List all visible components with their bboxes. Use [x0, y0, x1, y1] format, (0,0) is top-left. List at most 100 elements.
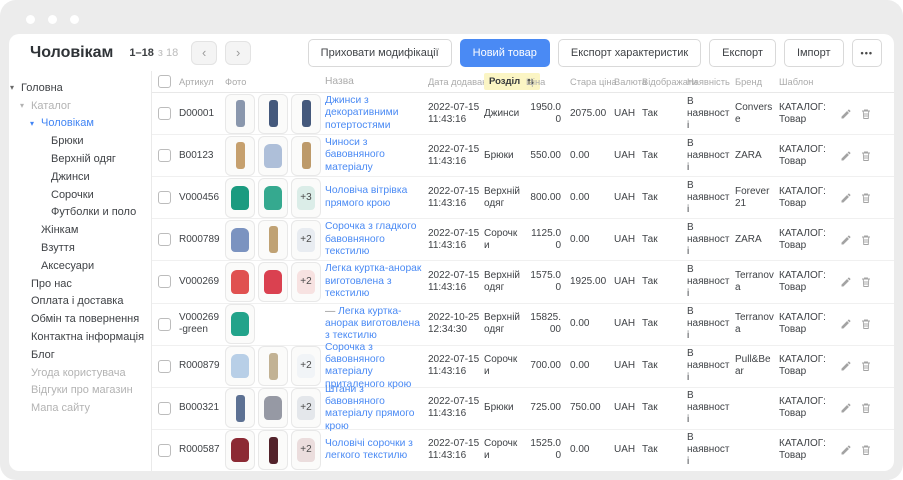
row-checkbox[interactable] [158, 191, 171, 204]
product-name-link[interactable]: Чоловічі сорочки з легкого текстилю [325, 438, 413, 461]
photo-more-badge[interactable]: +2 [291, 346, 321, 386]
product-photo[interactable] [258, 262, 288, 302]
edit-button[interactable] [840, 150, 852, 162]
product-photo[interactable] [225, 388, 255, 428]
new-product-button[interactable]: Новий товар [460, 39, 550, 67]
column-header-photo[interactable]: Фото [225, 77, 325, 87]
edit-button[interactable] [840, 360, 852, 372]
product-name-link[interactable]: Штани з бавовняного матеріалу прямого кр… [325, 384, 415, 432]
export-button[interactable]: Експорт [709, 39, 776, 67]
row-checkbox[interactable] [158, 444, 171, 457]
product-photo[interactable] [225, 430, 255, 470]
delete-button[interactable] [860, 360, 872, 372]
sidebar-item-1[interactable]: ▾Каталог [9, 97, 151, 115]
sidebar-item-6[interactable]: Сорочки [9, 186, 151, 204]
photo-more-badge[interactable]: +3 [291, 178, 321, 218]
sidebar-item-17[interactable]: Відгуки про магазин [9, 382, 151, 400]
product-photo[interactable] [225, 178, 255, 218]
product-name-link[interactable]: Чоловіча вітрівка прямого крою [325, 185, 407, 208]
photo-more-badge[interactable]: +2 [291, 430, 321, 470]
product-photo[interactable] [258, 430, 288, 470]
sidebar-item-11[interactable]: Про нас [9, 275, 151, 293]
product-photo[interactable] [225, 262, 255, 302]
product-name-link[interactable]: Легка куртка-анорак виготовлена з тексти… [325, 306, 420, 342]
sidebar-item-15[interactable]: Блог [9, 346, 151, 364]
sidebar-item-9[interactable]: Взуття [9, 239, 151, 257]
product-photo[interactable] [258, 220, 288, 260]
product-photo[interactable] [225, 136, 255, 176]
column-header-old_price[interactable]: Стара ціна [570, 77, 614, 87]
column-header-display[interactable]: Відображати [642, 77, 687, 87]
row-checkbox[interactable] [158, 275, 171, 288]
delete-button[interactable] [860, 150, 872, 162]
sidebar-item-4[interactable]: Верхній одяг [9, 150, 151, 168]
column-header-name[interactable]: Назва [325, 76, 428, 87]
delete-button[interactable] [860, 402, 872, 414]
edit-button[interactable] [840, 318, 852, 330]
product-name-link[interactable]: Сорочка з гладкого бавовняного текстилю [325, 221, 417, 257]
photo-more-badge[interactable]: +2 [291, 220, 321, 260]
delete-button[interactable] [860, 276, 872, 288]
product-photo[interactable] [258, 136, 288, 176]
next-page-button[interactable]: › [225, 41, 251, 65]
product-name-link[interactable]: Сорочка з бавовняного матеріалу притален… [325, 342, 411, 390]
product-name-link[interactable]: Джинси з декоративними потертостями [325, 95, 399, 131]
product-photo[interactable] [225, 304, 255, 344]
sidebar-item-3[interactable]: Брюки [9, 132, 151, 150]
product-photo[interactable] [225, 94, 255, 134]
sidebar-item-2[interactable]: ▾Чоловікам [9, 115, 151, 133]
row-checkbox[interactable] [158, 402, 171, 415]
photo-more-badge[interactable]: +2 [291, 388, 321, 428]
column-header-sku[interactable]: Артикул [179, 77, 225, 87]
edit-button[interactable] [840, 276, 852, 288]
product-photo[interactable] [258, 346, 288, 386]
sidebar-item-7[interactable]: Футболки и поло [9, 204, 151, 222]
delete-button[interactable] [860, 192, 872, 204]
window-control-dot[interactable] [48, 15, 57, 24]
product-photo[interactable] [225, 346, 255, 386]
product-photo[interactable] [258, 388, 288, 428]
sidebar-item-18[interactable]: Мапа сайту [9, 399, 151, 417]
column-header-section[interactable]: Розділ [484, 73, 526, 90]
window-control-dot[interactable] [26, 15, 35, 24]
column-header-price[interactable]: Ціна [526, 77, 570, 87]
product-photo[interactable] [291, 136, 321, 176]
import-button[interactable]: Імпорт [784, 39, 844, 67]
row-checkbox[interactable] [158, 107, 171, 120]
more-actions-button[interactable]: ••• [852, 39, 882, 67]
edit-button[interactable] [840, 402, 852, 414]
edit-button[interactable] [840, 444, 852, 456]
delete-button[interactable] [860, 234, 872, 246]
sidebar-item-8[interactable]: Жінкам [9, 221, 151, 239]
delete-button[interactable] [860, 318, 872, 330]
photo-more-badge[interactable]: +2 [291, 262, 321, 302]
delete-button[interactable] [860, 108, 872, 120]
product-name-link[interactable]: Чиноси з бавовняного матеріалу [325, 137, 385, 173]
sidebar-item-0[interactable]: ▾Головна [9, 79, 151, 97]
product-photo[interactable] [225, 220, 255, 260]
column-header-availability[interactable]: Наявність [687, 77, 735, 87]
row-checkbox[interactable] [158, 360, 171, 373]
delete-button[interactable] [860, 444, 872, 456]
column-header-template[interactable]: Шаблон [779, 77, 841, 87]
product-photo[interactable] [291, 94, 321, 134]
product-photo[interactable] [258, 94, 288, 134]
export-characteristics-button[interactable]: Експорт характеристик [558, 39, 701, 67]
sidebar-item-10[interactable]: Аксесуари [9, 257, 151, 275]
product-name-link[interactable]: Легка куртка-анорак виготовлена з тексти… [325, 263, 421, 299]
edit-button[interactable] [840, 192, 852, 204]
sidebar-item-16[interactable]: Угода користувача [9, 364, 151, 382]
hide-modifications-button[interactable]: Приховати модифікації [308, 39, 452, 67]
prev-page-button[interactable]: ‹ [191, 41, 217, 65]
product-photo[interactable] [258, 178, 288, 218]
row-checkbox[interactable] [158, 233, 171, 246]
column-header-currency[interactable]: Валюта [614, 77, 642, 87]
column-header-brand[interactable]: Бренд [735, 77, 779, 87]
column-header-date[interactable]: Дата додавання [428, 77, 484, 87]
window-control-dot[interactable] [70, 15, 79, 24]
select-all-checkbox[interactable] [158, 75, 171, 88]
sidebar-item-14[interactable]: Контактна інформація [9, 328, 151, 346]
sidebar-item-12[interactable]: Оплата і доставка [9, 293, 151, 311]
edit-button[interactable] [840, 108, 852, 120]
row-checkbox[interactable] [158, 149, 171, 162]
